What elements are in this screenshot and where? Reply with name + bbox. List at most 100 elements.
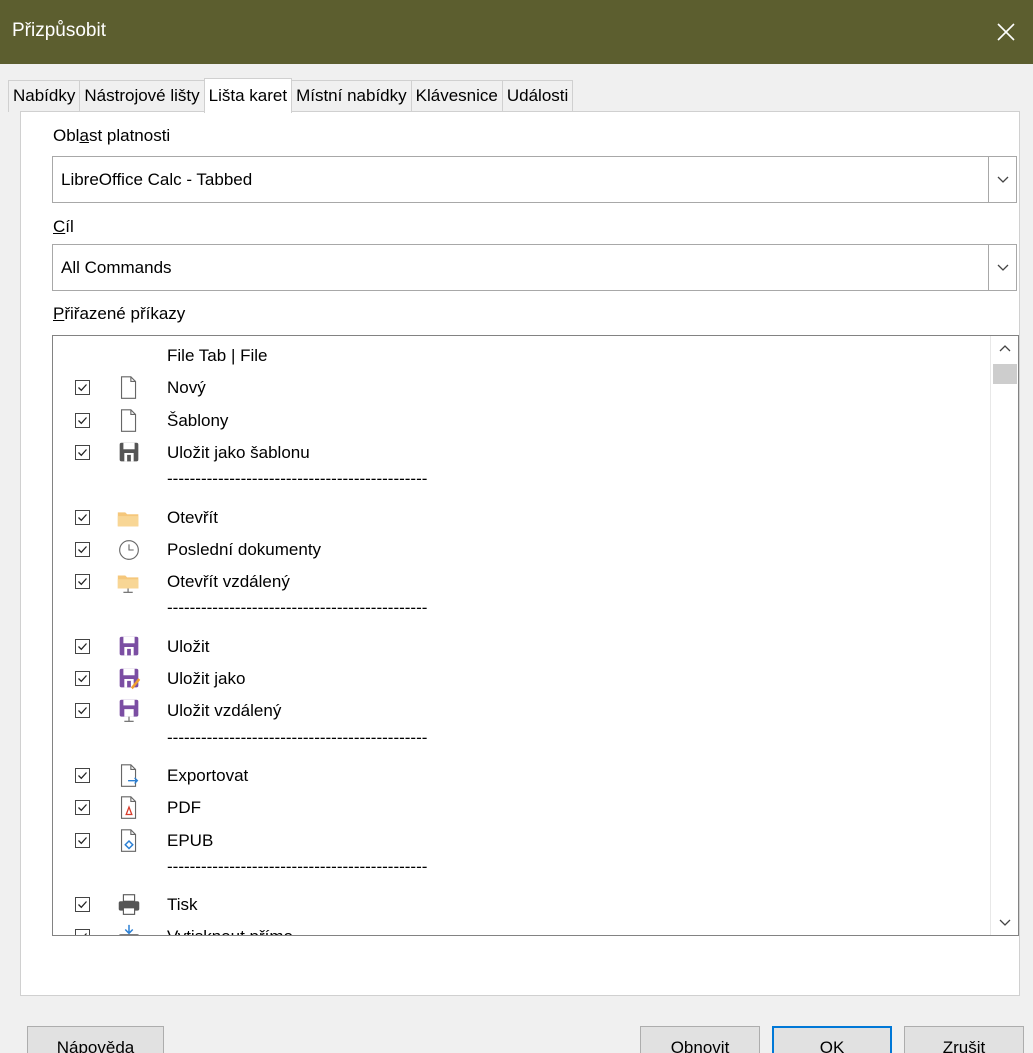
chevron-down-icon	[997, 264, 1008, 271]
check-icon	[78, 771, 87, 780]
tab-menus[interactable]: Nabídky	[8, 80, 81, 112]
command-checkbox[interactable]	[75, 444, 90, 460]
check-icon	[78, 642, 87, 650]
save-as-template-icon	[115, 439, 143, 467]
command-row[interactable]: EPUB	[53, 825, 993, 857]
vertical-scrollbar[interactable]	[990, 336, 1018, 935]
target-value: All Commands	[61, 258, 172, 277]
command-row[interactable]: Uložit	[53, 631, 993, 663]
ok-button[interactable]: OK	[772, 1026, 892, 1053]
check-icon	[84, 933, 87, 935]
command-row[interactable]: Uložit jako šablonu	[53, 437, 993, 469]
scroll-up-button[interactable]	[991, 336, 1018, 360]
epub-icon	[115, 827, 143, 855]
command-row[interactable]: Nový	[53, 372, 993, 404]
check-icon	[78, 384, 87, 392]
tab-context-menus[interactable]: Místní nabídky	[291, 80, 412, 112]
close-button[interactable]	[979, 0, 1033, 64]
chevron-up-icon	[999, 345, 1011, 352]
separator-row: ----------------------------------------…	[53, 857, 993, 889]
save-remote-icon	[115, 697, 143, 725]
check-icon	[78, 416, 87, 424]
scope-value: LibreOffice Calc - Tabbed	[61, 170, 253, 189]
check-icon	[78, 901, 87, 909]
command-row[interactable]: Šablony	[53, 405, 993, 437]
list-header-label: File Tab | File	[167, 346, 268, 365]
command-row[interactable]: Otevřít	[53, 502, 993, 534]
scope-combobox[interactable]: LibreOffice Calc - Tabbed	[52, 156, 1017, 203]
command-checkbox[interactable]	[75, 929, 90, 935]
command-label: PDF	[167, 798, 201, 818]
command-checkbox[interactable]	[75, 541, 90, 557]
pdf-icon	[115, 794, 143, 822]
scrollbar-thumb[interactable]	[993, 364, 1017, 384]
command-label: EPUB	[167, 830, 214, 850]
command-checkbox[interactable]	[75, 509, 90, 525]
command-checkbox[interactable]	[75, 897, 90, 913]
open-folder-icon	[115, 504, 143, 532]
check-icon	[78, 545, 87, 554]
separator-line: ----------------------------------------…	[167, 469, 428, 489]
command-row[interactable]: Poslední dokumenty	[53, 534, 993, 566]
separator-row: ----------------------------------------…	[53, 469, 993, 501]
tab-bar: Nabídky Nástrojové lišty Lišta karet Mís…	[8, 78, 574, 113]
command-label: Vytisknout přímo	[167, 927, 293, 935]
scroll-down-button[interactable]	[991, 911, 1018, 935]
check-icon	[78, 448, 87, 457]
cancel-button[interactable]: Zrušit	[904, 1026, 1024, 1053]
command-label: Nový	[167, 378, 206, 398]
command-checkbox[interactable]	[75, 800, 90, 816]
assigned-commands-list[interactable]: File Tab | File Nový Šablony Uložit jako ša…	[52, 335, 1019, 936]
command-label: Poslední dokumenty	[167, 539, 322, 559]
title-bar: Přizpůsobit	[0, 0, 1033, 64]
print-icon	[115, 891, 143, 919]
target-combobox[interactable]: All Commands	[52, 244, 1017, 291]
tab-notebookbar[interactable]: Lišta karet	[203, 78, 293, 113]
window-title: Přizpůsobit	[12, 20, 106, 41]
command-label: Uložit jako šablonu	[167, 442, 310, 462]
assigned-commands-label: Přiřazené příkazy	[53, 304, 186, 323]
open-remote-icon	[115, 568, 143, 596]
scope-dropdown-button[interactable]	[988, 157, 1016, 202]
separator-line: ----------------------------------------…	[167, 598, 428, 618]
chevron-down-icon	[997, 176, 1008, 183]
command-checkbox[interactable]	[75, 832, 90, 848]
command-row[interactable]: PDF	[53, 792, 993, 824]
check-icon	[78, 836, 87, 844]
save-icon	[115, 633, 143, 661]
command-row[interactable]: Vytisknout přímo	[53, 921, 993, 935]
reset-button[interactable]: Ob novit	[640, 1026, 760, 1053]
check-icon	[78, 804, 87, 812]
recent-clock-icon	[115, 536, 143, 564]
command-row[interactable]: Otevřít vzdálený	[53, 566, 993, 598]
command-row[interactable]: Exportovat	[53, 760, 993, 792]
tab-events[interactable]: Události	[501, 80, 574, 112]
new-document-icon	[115, 374, 143, 402]
command-row[interactable]: Tisk	[53, 889, 993, 921]
target-label: Cíl	[53, 217, 74, 236]
command-label: Exportovat	[167, 765, 249, 785]
command-row[interactable]: Uložit jako	[53, 663, 993, 695]
tab-toolbars[interactable]: Nástrojové lišty	[79, 80, 205, 112]
check-icon	[78, 707, 87, 715]
command-checkbox[interactable]	[75, 574, 90, 590]
command-checkbox[interactable]	[75, 638, 90, 654]
target-dropdown-button[interactable]	[988, 245, 1016, 290]
chevron-down-icon	[999, 919, 1011, 926]
tab-keyboard[interactable]: Klávesnice	[410, 80, 503, 112]
help-button[interactable]: Nápověda	[27, 1026, 164, 1053]
print-direct-icon	[115, 923, 143, 935]
command-checkbox[interactable]	[75, 380, 90, 396]
command-label: Uložit	[167, 636, 210, 656]
check-icon	[78, 513, 87, 521]
close-icon	[997, 23, 1015, 41]
command-checkbox[interactable]	[75, 767, 90, 783]
command-label: Otevřít vzdálený	[167, 572, 290, 592]
command-checkbox[interactable]	[75, 703, 90, 719]
command-checkbox[interactable]	[75, 671, 90, 686]
separator-line: ----------------------------------------…	[167, 856, 428, 876]
command-row[interactable]: Uložit vzdálený	[53, 695, 993, 727]
command-label: Uložit vzdálený	[167, 701, 282, 721]
list-header-row: File Tab | File	[53, 340, 993, 372]
command-checkbox[interactable]	[75, 412, 90, 428]
